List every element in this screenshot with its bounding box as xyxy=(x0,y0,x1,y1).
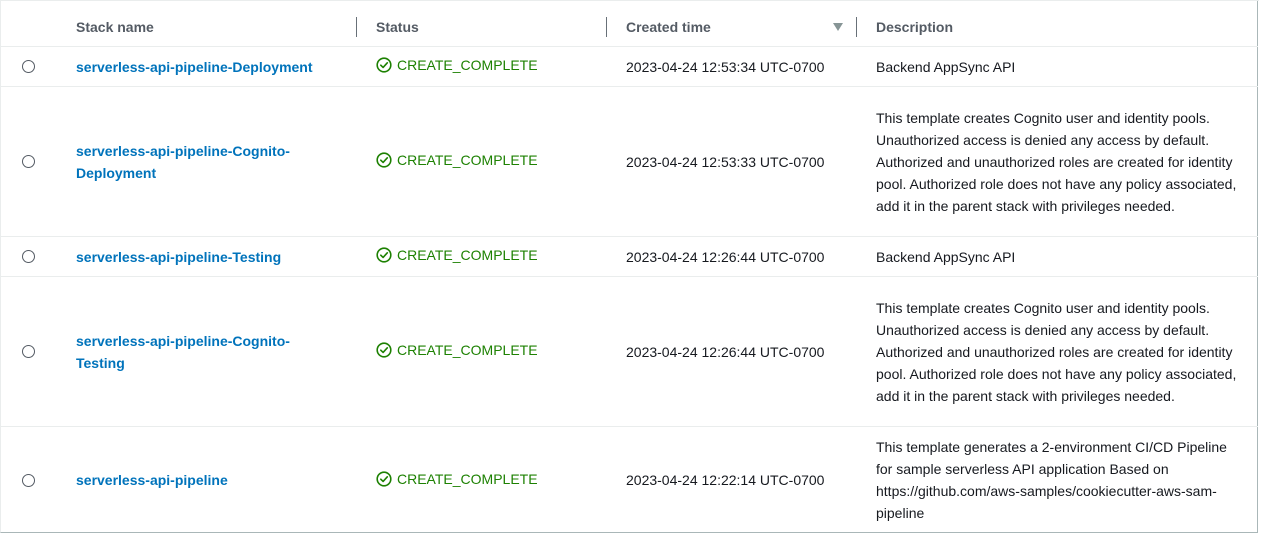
status-badge: CREATE_COMPLETE xyxy=(376,152,538,168)
description-text: Backend AppSync API xyxy=(857,236,1258,277)
check-circle-icon xyxy=(376,57,392,73)
header-description[interactable]: Description xyxy=(857,8,1258,47)
status-text: CREATE_COMPLETE xyxy=(397,247,538,263)
table-header-row: Stack name Status Created time Descripti… xyxy=(1,8,1258,47)
status-badge: CREATE_COMPLETE xyxy=(376,247,538,263)
status-text: CREATE_COMPLETE xyxy=(397,57,538,73)
header-created-time-label: Created time xyxy=(626,19,711,35)
header-status-label: Status xyxy=(376,19,419,35)
check-circle-icon xyxy=(376,342,392,358)
stack-name-link[interactable]: serverless-api-pipeline-Deployment xyxy=(76,59,313,75)
table-row[interactable]: serverless-api-pipeline-Cognito-Testing … xyxy=(1,276,1258,427)
stack-name-link[interactable]: serverless-api-pipeline-Cognito-Testing xyxy=(76,333,290,371)
created-time: 2023-04-24 12:22:14 UTC-0700 xyxy=(626,472,825,488)
description-text: This template creates Cognito user and i… xyxy=(857,86,1258,237)
stack-name-link[interactable]: serverless-api-pipeline xyxy=(76,472,228,488)
status-text: CREATE_COMPLETE xyxy=(397,152,538,168)
table-row[interactable]: serverless-api-pipeline-Deployment CREAT… xyxy=(1,46,1258,87)
status-badge: CREATE_COMPLETE xyxy=(376,342,538,358)
table-top-edge xyxy=(1,0,1259,8)
status-text: CREATE_COMPLETE xyxy=(397,342,538,358)
header-description-label: Description xyxy=(876,19,954,35)
check-circle-icon xyxy=(376,470,392,487)
row-select-radio[interactable] xyxy=(22,250,35,263)
caret-down-icon[interactable] xyxy=(833,23,843,31)
table-row[interactable]: serverless-api-pipeline-Testing CREATE_C… xyxy=(1,236,1258,277)
created-time: 2023-04-24 12:26:44 UTC-0700 xyxy=(607,276,857,427)
created-time: 2023-04-24 12:53:34 UTC-0700 xyxy=(607,46,857,87)
stacks-table: Stack name Status Created time Descripti… xyxy=(1,8,1258,533)
status-badge: CREATE_COMPLETE xyxy=(376,471,538,487)
check-circle-icon xyxy=(376,152,392,168)
stacks-table-container: Stack name Status Created time Descripti… xyxy=(0,0,1259,533)
header-status[interactable]: Status xyxy=(357,8,607,47)
header-stack-name-label: Stack name xyxy=(76,19,154,35)
table-row[interactable]: serverless-api-pipeline CREATE_COMPLETE … xyxy=(1,427,1258,534)
created-time: 2023-04-24 12:26:44 UTC-0700 xyxy=(607,236,857,277)
row-select-radio[interactable] xyxy=(22,473,35,487)
status-text: CREATE_COMPLETE xyxy=(397,470,538,487)
header-created-time[interactable]: Created time xyxy=(607,8,857,47)
created-time: 2023-04-24 12:53:33 UTC-0700 xyxy=(607,86,857,237)
stack-name-link[interactable]: serverless-api-pipeline-Cognito-Deployme… xyxy=(76,143,290,181)
table-row[interactable]: serverless-api-pipeline-Cognito-Deployme… xyxy=(1,86,1258,237)
header-select xyxy=(1,8,57,47)
stack-name-link[interactable]: serverless-api-pipeline-Testing xyxy=(76,249,281,265)
check-circle-icon xyxy=(376,247,392,263)
row-select-radio[interactable] xyxy=(22,155,35,168)
row-select-radio[interactable] xyxy=(22,60,35,73)
row-select-radio[interactable] xyxy=(22,345,35,358)
header-stack-name[interactable]: Stack name xyxy=(57,8,357,47)
status-badge: CREATE_COMPLETE xyxy=(376,57,538,73)
description-text: This template generates a 2-environment … xyxy=(876,439,1227,521)
description-text: This template creates Cognito user and i… xyxy=(857,276,1258,427)
description-text: Backend AppSync API xyxy=(857,46,1258,87)
